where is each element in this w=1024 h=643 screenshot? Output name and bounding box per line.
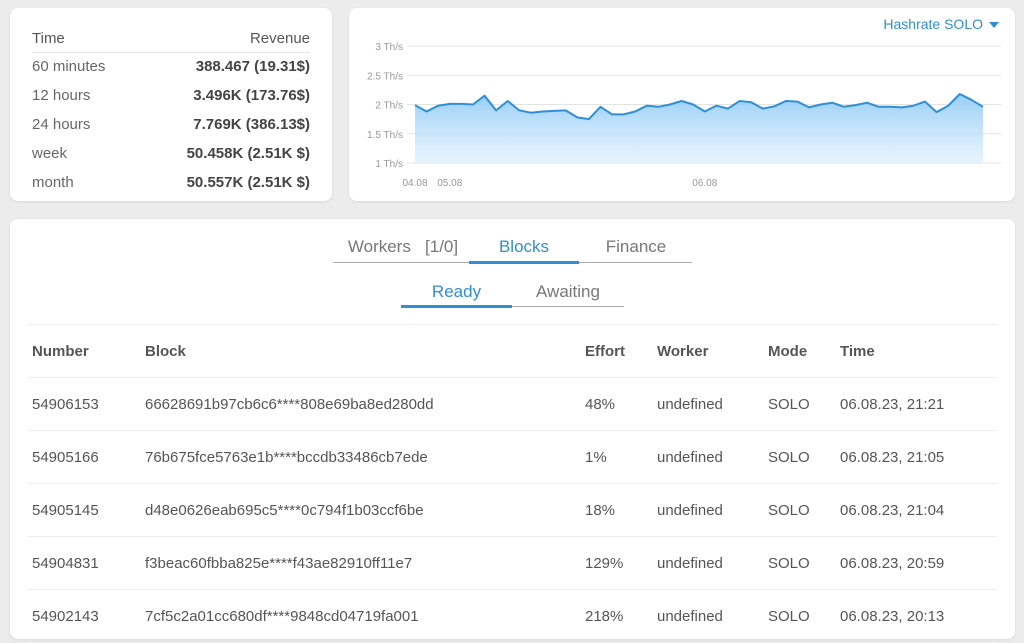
table-row: 54902143 7cf5c2a01cc680df****9848cd04719… [28, 589, 997, 643]
table-row: 54905145 d48e0626eab695c5****0c794f1b03c… [28, 483, 997, 537]
tab-workers-label: Workers [347, 237, 411, 256]
revenue-row: 60 minutes 388.467 (19.31$) [32, 52, 310, 81]
block-number: 54905145 [28, 483, 141, 537]
block-time: 06.08.23, 21:21 [836, 377, 997, 431]
revenue-value: 50.557K (2.51K $) [186, 174, 310, 191]
hashrate-chart: 3 Th/s 2.5 Th/s 2 Th/s 1.5 Th/s 1 Th/s 04.08 0… [367, 42, 1001, 189]
block-time: 06.08.23, 21:05 [836, 430, 997, 484]
blocks-panel: Workers [1/0] Blocks Finance Ready Await… [10, 219, 1015, 643]
block-hash: d48e0626eab695c5****0c794f1b03ccf6be [141, 483, 581, 537]
block-number: 54906153 [28, 377, 141, 431]
tab-finance[interactable]: Finance [581, 237, 691, 257]
revenue-period: 60 minutes [32, 58, 106, 75]
block-effort: 218% [581, 589, 653, 643]
block-worker: undefined [653, 430, 764, 484]
table-header-row: Number Block Effort Worker Mode Time [28, 324, 997, 378]
tab-awaiting-label: Awaiting [536, 282, 600, 301]
revenue-period: week [32, 145, 68, 162]
tab-awaiting[interactable]: Awaiting [512, 282, 624, 302]
block-mode: SOLO [764, 377, 836, 431]
y-tick-label: 2 Th/s [375, 101, 403, 112]
active-subtab-indicator [401, 305, 512, 308]
revenue-period: 24 hours [32, 116, 91, 133]
y-tick-label: 1 Th/s [375, 159, 403, 170]
revenue-period: 12 hours [32, 87, 91, 104]
block-time: 06.08.23, 21:04 [836, 483, 997, 537]
column-header-number: Number [28, 324, 141, 378]
revenue-value: 7.769K (386.13$) [193, 116, 310, 133]
revenue-period: month [32, 174, 74, 191]
revenue-row: month 50.557K (2.51K $) [32, 168, 310, 197]
block-time: 06.08.23, 20:13 [836, 589, 997, 643]
tab-blocks-label: Blocks [498, 237, 550, 256]
revenue-row: week 50.458K (2.51K $) [32, 139, 310, 168]
block-mode: SOLO [764, 430, 836, 484]
x-tick-label: 05.08 [437, 178, 462, 189]
block-worker: undefined [653, 589, 764, 643]
revenue-card: Time Revenue 60 minutes 388.467 (19.31$)… [10, 8, 332, 201]
block-mode: SOLO [764, 536, 836, 590]
column-header-effort: Effort [581, 324, 653, 378]
y-tick-label: 2.5 Th/s [367, 71, 403, 82]
block-hash: 76b675fce5763e1b****bccdb33486cb7ede [141, 430, 581, 484]
block-effort: 48% [581, 377, 653, 431]
block-number: 54905166 [28, 430, 141, 484]
block-time: 06.08.23, 20:59 [836, 536, 997, 590]
revenue-value: 3.496K (173.76$) [193, 87, 310, 104]
block-status-tabs: Ready Awaiting [401, 278, 624, 308]
x-tick-label: 06.08 [692, 178, 717, 189]
x-tick-label: 04.08 [402, 178, 427, 189]
revenue-column-header: Revenue [249, 30, 310, 47]
table-row: 54904831 f3beac60fbba825e****f43ae82910f… [28, 536, 997, 590]
tab-workers-count: [1/0] [425, 237, 459, 256]
tab-workers[interactable]: Workers [1/0] [344, 237, 462, 257]
block-number: 54904831 [28, 536, 141, 590]
y-tick-label: 1.5 Th/s [367, 130, 403, 141]
y-tick-label: 3 Th/s [375, 42, 403, 53]
block-mode: SOLO [764, 589, 836, 643]
column-header-block: Block [141, 324, 581, 378]
active-tab-indicator [469, 261, 579, 264]
tab-blocks[interactable]: Blocks [469, 237, 579, 257]
block-worker: undefined [653, 536, 764, 590]
block-worker: undefined [653, 377, 764, 431]
block-hash: f3beac60fbba825e****f43ae82910ff11e7 [141, 536, 581, 590]
table-row: 54906153 66628691b97cb6c6****808e69ba8ed… [28, 377, 997, 431]
block-worker: undefined [653, 483, 764, 537]
revenue-header: Time Revenue [32, 22, 310, 53]
revenue-row: 12 hours 3.496K (173.76$) [32, 81, 310, 110]
revenue-value: 388.467 (19.31$) [195, 58, 310, 75]
tab-finance-label: Finance [605, 237, 667, 256]
hashrate-chart-card: Hashrate SOLO 3 Th/s 2.5 Th/s 2 Th/s 1.5 Th… [349, 8, 1015, 201]
block-mode: SOLO [764, 483, 836, 537]
block-effort: 1% [581, 430, 653, 484]
tab-ready-label: Ready [431, 282, 482, 301]
column-header-time: Time [836, 324, 997, 378]
revenue-value: 50.458K (2.51K $) [186, 145, 310, 162]
main-tabs: Workers [1/0] Blocks Finance [333, 233, 692, 264]
block-hash: 7cf5c2a01cc680df****9848cd04719fa001 [141, 589, 581, 643]
tab-ready[interactable]: Ready [401, 282, 512, 302]
table-row: 54905166 76b675fce5763e1b****bccdb33486c… [28, 430, 997, 484]
block-number: 54902143 [28, 589, 141, 643]
block-effort: 129% [581, 536, 653, 590]
block-hash: 66628691b97cb6c6****808e69ba8ed280dd [141, 377, 581, 431]
revenue-row: 24 hours 7.769K (386.13$) [32, 110, 310, 139]
column-header-mode: Mode [764, 324, 836, 378]
block-effort: 18% [581, 483, 653, 537]
blocks-table: Number Block Effort Worker Mode Time 549… [28, 324, 997, 643]
time-column-header: Time [32, 30, 65, 47]
column-header-worker: Worker [653, 324, 764, 378]
